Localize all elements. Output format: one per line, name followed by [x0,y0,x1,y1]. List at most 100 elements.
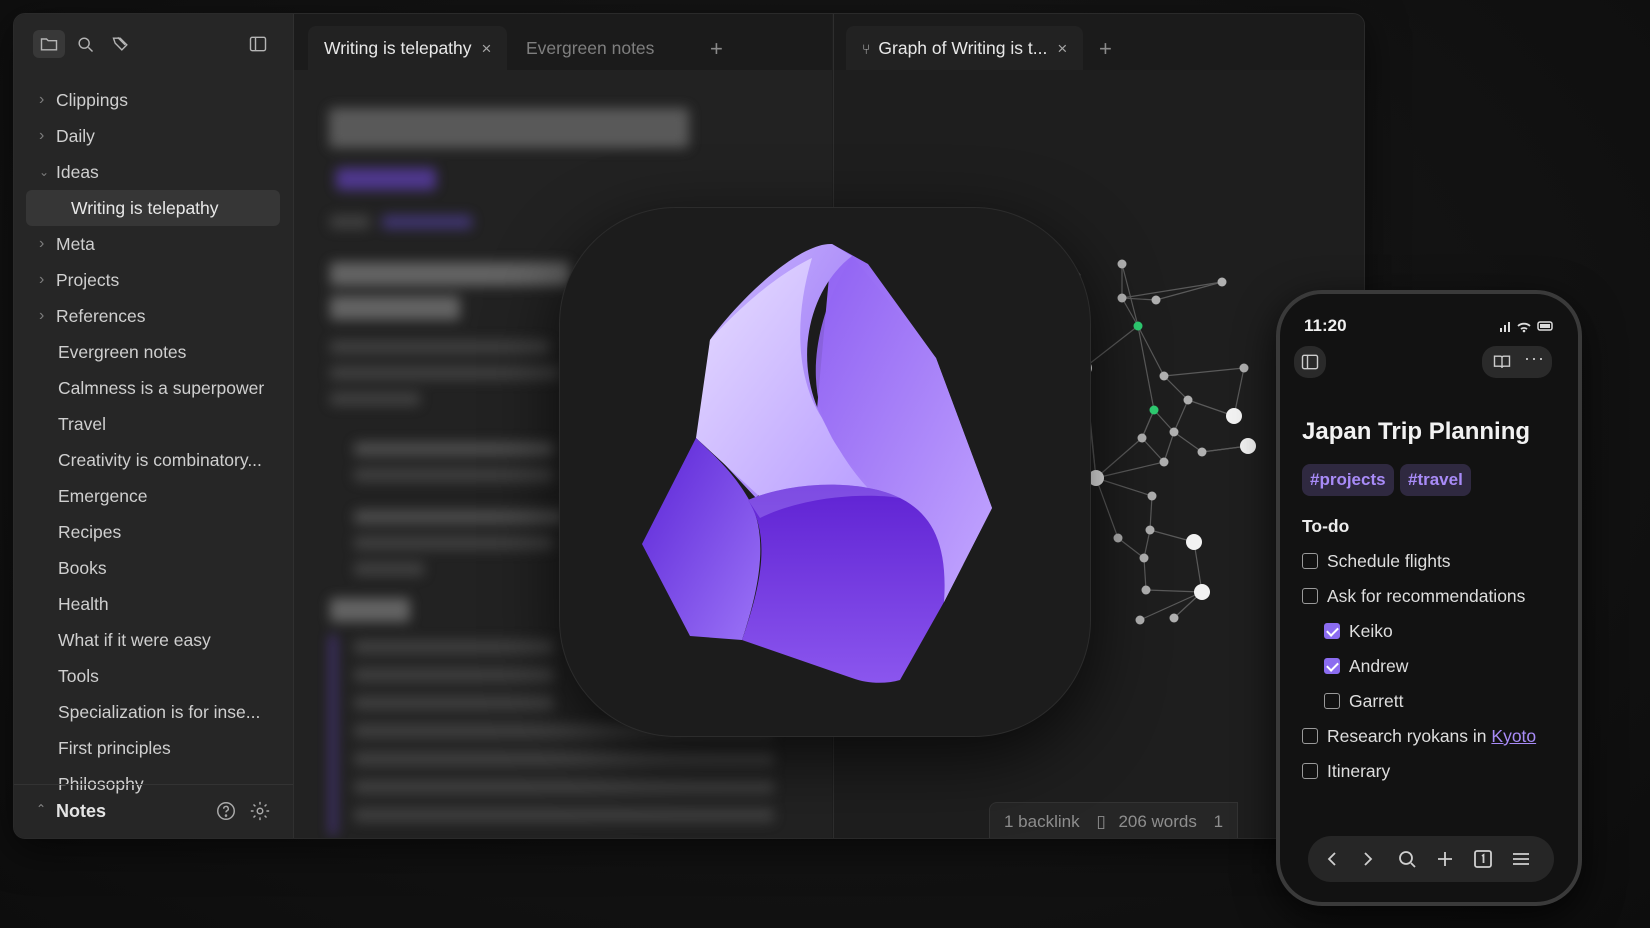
tab-count-icon[interactable] [1471,847,1495,871]
close-icon[interactable]: × [1057,39,1067,58]
tab-graph-of-writing[interactable]: ⑂ Graph of Writing is t... × [846,26,1084,70]
checkbox[interactable] [1302,553,1318,569]
todo-text: Ask for recommendations [1327,586,1526,606]
word-count: 206 words [1118,812,1197,831]
folder-meta[interactable]: › Meta [14,226,293,262]
help-icon[interactable] [215,800,237,822]
chevron-right-icon[interactable]: › [39,226,44,262]
tab-writing-is-telepathy[interactable]: Writing is telepathy × [308,26,508,70]
menu-icon[interactable] [1509,847,1533,871]
graph-node[interactable] [1141,585,1151,595]
reading-mode-book-icon[interactable] [1492,352,1512,372]
tree-item-label: Books [58,558,107,578]
folder-icon[interactable] [33,30,65,58]
graph-node[interactable] [1239,363,1249,373]
graph-node[interactable] [1147,491,1157,501]
chevron-down-icon[interactable]: ⌄ [39,154,49,190]
folder-projects[interactable]: › Projects [14,262,293,298]
graph-edge [1137,325,1165,377]
graph-node[interactable] [1133,321,1143,331]
more-options-icon[interactable]: ··· [1524,348,1545,369]
graph-node[interactable] [1149,405,1159,415]
file-what-if-it-were-easy[interactable]: What if it were easy [14,622,293,658]
tag-travel[interactable]: #travel [1400,464,1471,496]
search-icon[interactable] [69,30,101,58]
checkbox-checked[interactable] [1324,623,1340,639]
checkbox[interactable] [1302,763,1318,779]
graph-node[interactable] [1137,433,1147,443]
close-icon[interactable]: × [482,39,492,58]
file-travel[interactable]: Travel [14,406,293,442]
checkbox-checked[interactable] [1324,658,1340,674]
graph-node[interactable] [1186,534,1202,550]
graph-node[interactable] [1117,293,1127,303]
folder-daily[interactable]: › Daily [14,118,293,154]
graph-edge [1095,477,1119,539]
back-chevron-icon[interactable] [1320,847,1344,871]
graph-node[interactable] [1169,427,1179,437]
search-icon[interactable] [1395,847,1419,871]
checkbox[interactable] [1302,588,1318,604]
file-creativity-is-combinatory[interactable]: Creativity is combinatory... [14,442,293,478]
forward-chevron-icon[interactable] [1356,847,1380,871]
tree-item-label: Health [58,594,109,614]
graph-node[interactable] [1088,470,1104,486]
chevron-right-icon[interactable]: › [39,118,44,154]
checkbox[interactable] [1324,693,1340,709]
new-tab-button[interactable]: + [1099,38,1112,60]
vault-chevron-icon[interactable]: ⌃ [36,802,46,816]
graph-node[interactable] [1135,615,1145,625]
graph-node[interactable] [1226,408,1242,424]
tree-item-label: Creativity is combinatory... [58,450,262,470]
tree-item-label: Ideas [56,162,99,182]
tree-item-label: Tools [58,666,99,686]
obsidian-logo-icon [642,243,992,683]
tag-projects[interactable]: #projects [1302,464,1394,496]
file-books[interactable]: Books [14,550,293,586]
graph-node[interactable] [1145,525,1155,535]
graph-node[interactable] [1159,371,1169,381]
graph-node[interactable] [1139,553,1149,563]
chevron-right-icon[interactable]: › [39,298,44,334]
graph-node[interactable] [1169,613,1179,623]
new-note-plus-icon[interactable] [1433,847,1457,871]
new-tab-button[interactable]: + [710,38,723,60]
file-emergence[interactable]: Emergence [14,478,293,514]
checkbox[interactable] [1302,728,1318,744]
graph-node[interactable] [1183,395,1193,405]
folder-ideas[interactable]: ⌄ Ideas [14,154,293,190]
file-first-principles[interactable]: First principles [14,730,293,766]
sidebar-toggle-icon[interactable] [242,30,274,58]
graph-node[interactable] [1113,533,1123,543]
settings-gear-icon[interactable] [249,800,271,822]
backlink-count[interactable]: 1 backlink [1004,812,1080,831]
graph-node[interactable] [1117,259,1127,269]
graph-node[interactable] [1151,295,1161,305]
folder-references[interactable]: › References [14,298,293,334]
graph-node[interactable] [1194,584,1210,600]
folder-clippings[interactable]: › Clippings [14,82,293,118]
tab-evergreen-notes[interactable]: Evergreen notes [510,26,670,70]
bookmark-tags-icon[interactable] [105,30,137,58]
graph-tab-bar: ⑂ Graph of Writing is t... × + [833,14,1364,70]
file-health[interactable]: Health [14,586,293,622]
file-specialization-is-for-inse[interactable]: Specialization is for inse... [14,694,293,730]
todo-text: Garrett [1349,691,1404,711]
graph-node[interactable] [1217,277,1227,287]
file-writing-is-telepathy[interactable]: Writing is telepathy [26,190,280,226]
tree-item-label: First principles [58,738,171,758]
mobile-sidebar-button[interactable] [1294,346,1326,378]
file-calmness-is-a-superpower[interactable]: Calmness is a superpower [14,370,293,406]
file-recipes[interactable]: Recipes [14,514,293,550]
chevron-right-icon[interactable]: › [39,82,44,118]
vault-switcher[interactable]: ⌃ Notes [14,784,293,838]
file-evergreen-notes[interactable]: Evergreen notes [14,334,293,370]
vault-name[interactable]: Notes [56,801,106,822]
chevron-right-icon[interactable]: › [39,262,44,298]
graph-node[interactable] [1197,447,1207,457]
internal-link-kyoto[interactable]: Kyoto [1491,726,1536,746]
graph-node[interactable] [1240,438,1256,454]
todo-item: Schedule flights [1302,546,1451,576]
graph-node[interactable] [1159,457,1169,467]
file-tools[interactable]: Tools [14,658,293,694]
